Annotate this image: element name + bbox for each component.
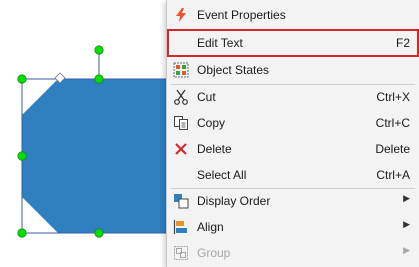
menu-item-select-all[interactable]: Select All Ctrl+A <box>167 163 419 188</box>
menu-item-object-states[interactable]: Object States <box>167 58 419 83</box>
menu-item-shortcut: Ctrl+X <box>376 90 410 104</box>
menu-item-label: Select All <box>197 168 247 182</box>
scissors-icon <box>173 89 189 105</box>
menu-item-cut[interactable]: Cut Ctrl+X <box>167 85 419 110</box>
menu-item-label: Edit Text <box>197 36 243 50</box>
menu-item-group: Group ▶ <box>167 241 419 266</box>
menu-item-label: Object States <box>197 63 270 77</box>
menu-item-shortcut: Delete <box>375 142 410 156</box>
menu-item-shortcut: Ctrl+C <box>375 116 410 130</box>
submenu-arrow-icon: ▶ <box>403 193 410 203</box>
object-states-icon <box>173 62 189 78</box>
octagon-shape[interactable] <box>22 79 166 233</box>
menu-item-align[interactable]: Align ▶ <box>167 215 419 240</box>
menu-item-label: Display Order <box>197 194 271 208</box>
menu-item-shortcut: F2 <box>395 36 410 50</box>
rotation-handle[interactable] <box>94 45 104 55</box>
menu-item-edit-text[interactable]: Edit Text F2 <box>167 29 419 57</box>
menu-item-shortcut: Ctrl+A <box>376 168 410 182</box>
menu-item-copy[interactable]: Copy Ctrl+C <box>167 111 419 136</box>
resize-handle-left[interactable] <box>17 151 27 161</box>
menu-item-display-order[interactable]: Display Order ▶ <box>167 189 419 214</box>
display-order-icon <box>173 193 189 209</box>
resize-handle-bottom-left[interactable] <box>17 228 27 238</box>
menu-item-label: Cut <box>197 90 216 104</box>
menu-item-label: Delete <box>197 142 232 156</box>
menu-item-event-properties[interactable]: Event Properties <box>167 3 419 28</box>
menu-item-label: Align <box>197 220 224 234</box>
context-menu: Event Properties Edit Text F2 Object Sta… <box>166 0 419 267</box>
delete-x-icon <box>173 141 189 157</box>
lightning-icon <box>173 7 189 23</box>
align-icon <box>173 219 189 235</box>
menu-item-label: Copy <box>197 116 226 130</box>
menu-item-label: Group <box>197 246 231 260</box>
submenu-arrow-icon: ▶ <box>403 219 410 229</box>
resize-handle-top[interactable] <box>94 74 104 84</box>
group-icon <box>173 245 189 261</box>
menu-item-delete[interactable]: Delete Delete <box>167 137 419 162</box>
submenu-arrow-icon: ▶ <box>403 245 410 255</box>
copy-icon <box>173 115 189 131</box>
resize-handle-bottom[interactable] <box>94 228 104 238</box>
resize-handle-top-left[interactable] <box>17 74 27 84</box>
menu-item-label: Event Properties <box>197 8 286 22</box>
